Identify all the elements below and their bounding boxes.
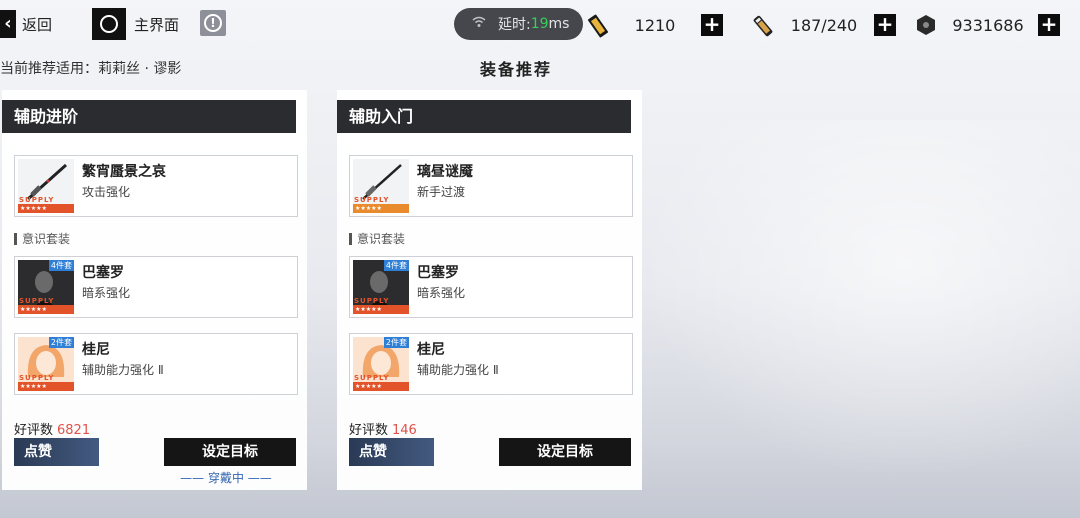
back-label: 返回	[22, 15, 53, 34]
rating-value: 6821	[57, 423, 91, 438]
rarity-bar: ★★★★★	[18, 204, 74, 213]
memory-portrait-light: 2件套 SUPPLY ★★★★★	[18, 337, 74, 391]
rating-value: 146	[392, 423, 417, 438]
memory-name: 巴塞罗	[82, 265, 124, 281]
rarity-bar: ★★★★★	[18, 382, 74, 391]
latency-unit: ms	[548, 16, 570, 32]
rating-label: 好评数	[349, 423, 389, 438]
memory-portrait-dark: 4件套 SUPPLY ★★★★★	[353, 260, 409, 314]
weapon-thumbnail: SUPPLY ★★★★★	[18, 159, 74, 213]
card-title: 辅助进阶	[2, 100, 296, 133]
memory-item[interactable]: 4件套 SUPPLY ★★★★★ 巴塞罗 暗系强化	[349, 256, 633, 318]
card-title: 辅助入门	[337, 100, 631, 133]
memory-portrait-dark: 4件套 SUPPLY ★★★★★	[18, 260, 74, 314]
latency-indicator: 延时: 19 ms	[454, 8, 583, 40]
set-badge: 4件套	[48, 260, 74, 271]
rarity-bar: ★★★★★	[353, 305, 409, 314]
rarity-bar: ★★★★★	[353, 382, 409, 391]
rating: 好评数 146	[349, 419, 417, 438]
home-button[interactable]: 主界面	[92, 8, 179, 40]
page-title: 装备推荐	[480, 60, 553, 79]
background-glow	[640, 120, 1080, 480]
coin-icon	[914, 13, 938, 37]
weapon-thumbnail: SUPPLY ★★★★★	[353, 159, 409, 213]
back-button[interactable]: ‹ 返回	[0, 10, 52, 38]
wearing-status: —— 穿戴中 ——	[180, 471, 272, 485]
add-battery-button[interactable]: +	[701, 14, 723, 36]
stamina-vial-icon	[750, 13, 774, 37]
memory-desc: 辅助能力强化 Ⅱ	[417, 363, 499, 377]
back-arrow-icon: ‹	[0, 10, 16, 38]
memory-name: 巴塞罗	[417, 265, 459, 281]
rarity-bar: ★★★★★	[353, 204, 409, 213]
add-coin-button[interactable]: +	[1038, 14, 1060, 36]
weapon-desc: 新手过渡	[417, 185, 466, 199]
set-badge: 2件套	[48, 337, 74, 348]
memory-portrait-light: 2件套 SUPPLY ★★★★★	[353, 337, 409, 391]
add-stamina-button[interactable]: +	[874, 14, 896, 36]
rating-label: 好评数	[14, 423, 54, 438]
exclamation-icon: !	[204, 14, 222, 32]
wifi-icon	[472, 16, 486, 32]
loadout-card-beginner: 辅助入门 SUPPLY ★★★★★ 璃昼谜魇 新手过渡 意识套装 4件套 SUP…	[337, 90, 642, 490]
recommend-subtitle: 当前推荐适用：莉莉丝 · 谬影	[0, 61, 182, 77]
weapon-item[interactable]: SUPPLY ★★★★★ 璃昼谜魇 新手过渡	[349, 155, 633, 217]
info-button[interactable]: !	[200, 10, 226, 36]
loadout-card-advanced: 辅助进阶 SUPPLY ★★★★★ 繁宵蜃景之哀 攻击强化 意识套装 4件套 S…	[2, 90, 307, 490]
section-label: 意识套装	[14, 233, 70, 245]
weapon-item[interactable]: SUPPLY ★★★★★ 繁宵蜃景之哀 攻击强化	[14, 155, 298, 217]
home-label: 主界面	[134, 15, 180, 34]
memory-item[interactable]: 2件套 SUPPLY ★★★★★ 桂尼 辅助能力强化 Ⅱ	[349, 333, 633, 395]
memory-item[interactable]: 4件套 SUPPLY ★★★★★ 巴塞罗 暗系强化	[14, 256, 298, 318]
home-circle-icon	[92, 8, 126, 40]
latency-label: 延时:	[498, 17, 531, 33]
weapon-desc: 攻击强化	[82, 185, 131, 199]
resource-stamina: 187/240 +	[750, 12, 896, 38]
section-label: 意识套装	[349, 233, 405, 245]
rarity-bar: ★★★★★	[18, 305, 74, 314]
set-badge: 2件套	[383, 337, 409, 348]
memory-desc: 暗系强化	[82, 286, 131, 300]
resource-value: 1210	[634, 15, 676, 35]
memory-name: 桂尼	[417, 342, 445, 358]
resource-battery: 1210 +	[585, 12, 723, 38]
weapon-name: 繁宵蜃景之哀	[82, 164, 166, 180]
resource-value: 9331686	[952, 15, 1024, 35]
memory-item[interactable]: 2件套 SUPPLY ★★★★★ 桂尼 辅助能力强化 Ⅱ	[14, 333, 298, 395]
resource-coin: 9331686 +	[914, 12, 1060, 38]
like-button[interactable]: 点赞	[14, 438, 99, 466]
rating: 好评数 6821	[14, 419, 90, 438]
memory-desc: 辅助能力强化 Ⅱ	[82, 363, 164, 377]
memory-desc: 暗系强化	[417, 286, 466, 300]
resource-value: 187/240	[790, 15, 858, 35]
weapon-name: 璃昼谜魇	[417, 164, 473, 180]
battery-card-icon	[585, 13, 609, 38]
set-target-button[interactable]: 设定目标	[164, 438, 296, 466]
memory-name: 桂尼	[82, 342, 110, 358]
set-target-button[interactable]: 设定目标	[499, 438, 631, 466]
set-badge: 4件套	[383, 260, 409, 271]
latency-value: 19	[530, 16, 549, 32]
like-button[interactable]: 点赞	[349, 438, 434, 466]
